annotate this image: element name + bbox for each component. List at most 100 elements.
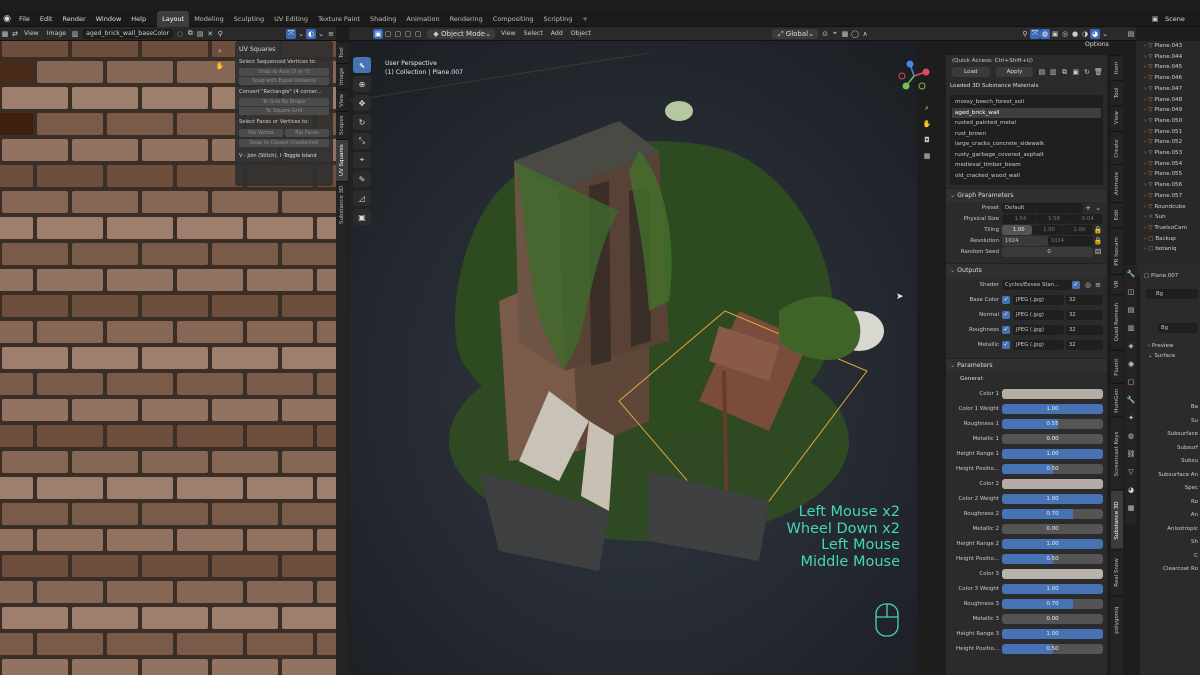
- duplicate-icon[interactable]: ⧉: [185, 29, 195, 39]
- blender-logo-icon[interactable]: ◉: [0, 11, 14, 27]
- list-item[interactable]: rust_brown: [952, 129, 1101, 140]
- plus-icon[interactable]: +: [1083, 203, 1093, 213]
- export-icon[interactable]: ▤: [1037, 67, 1046, 77]
- visibility-icon[interactable]: ⚲: [1020, 29, 1030, 39]
- random-seed-field[interactable]: 0: [1002, 246, 1093, 257]
- proportional-edit-icon[interactable]: ◯: [850, 29, 860, 39]
- chevron-down-icon[interactable]: ⌄: [296, 29, 306, 39]
- n-panel-tab[interactable]: View: [1111, 105, 1123, 131]
- parameter-slider[interactable]: 1.00: [1002, 628, 1103, 639]
- shield-icon[interactable]: ◌: [175, 29, 185, 39]
- uv-tab-image[interactable]: Image: [336, 63, 348, 89]
- format-dropdown[interactable]: JPEG (.jpg): [1013, 309, 1064, 320]
- rip-vertex-button[interactable]: Rip Vertex: [239, 129, 283, 137]
- parameter-slider[interactable]: 1.00: [1002, 403, 1103, 414]
- outputs-header[interactable]: Outputs: [946, 263, 1107, 277]
- parameter-slider[interactable]: 0.70: [1002, 598, 1103, 609]
- expand-icon[interactable]: ›: [1144, 64, 1146, 70]
- hand-icon[interactable]: ✋: [922, 119, 932, 129]
- uv-tab-uv-squares[interactable]: UV Squares: [336, 139, 348, 181]
- dice-icon[interactable]: ⚄: [1093, 247, 1103, 257]
- chevron-down-icon[interactable]: ⌄: [1093, 203, 1103, 213]
- expand-icon[interactable]: ›: [1144, 182, 1146, 188]
- list-item[interactable]: mossy_beech_forest_soil: [952, 97, 1101, 108]
- solid-shading-icon[interactable]: ●: [1070, 29, 1080, 39]
- editor-type-icon[interactable]: ▤: [1126, 29, 1136, 39]
- list-item[interactable]: large_cracks_concrete_sidewalk: [952, 139, 1101, 150]
- output-icon[interactable]: ▤: [1126, 305, 1136, 315]
- bit-depth-dropdown[interactable]: 32: [1065, 309, 1103, 320]
- outliner-item[interactable]: › ▽ Plane.043: [1136, 41, 1200, 52]
- menu-render[interactable]: Render: [57, 11, 90, 27]
- parameter-slider[interactable]: 0.50: [1002, 553, 1103, 564]
- list-item[interactable]: old_cracked_wood_wall: [952, 171, 1101, 182]
- workspace-tab-texture-paint[interactable]: Texture Paint: [313, 11, 365, 27]
- outliner-item[interactable]: › ▽ Plane.054: [1136, 159, 1200, 170]
- expand-icon[interactable]: ›: [1144, 171, 1146, 177]
- n-panel-tab[interactable]: VR: [1111, 274, 1123, 295]
- parameter-slider[interactable]: 0.55: [1002, 418, 1103, 429]
- n-panel-tab[interactable]: Animate: [1111, 164, 1123, 203]
- n-panel-tab[interactable]: PR Isocam: [1111, 227, 1123, 275]
- workspace-tab-animation[interactable]: Animation: [401, 11, 444, 27]
- xray-icon[interactable]: ▣: [1050, 29, 1060, 39]
- n-panel-tab[interactable]: Create: [1111, 130, 1123, 165]
- parameter-slider[interactable]: 0.00: [1002, 613, 1103, 624]
- outliner-item[interactable]: › ▢ Backup: [1136, 234, 1200, 245]
- resolution-height[interactable]: 1024: [1047, 235, 1093, 246]
- color-swatch[interactable]: [1002, 388, 1103, 399]
- parameter-slider[interactable]: 0.00: [1002, 433, 1103, 444]
- cursor-tool-icon[interactable]: ⊕: [353, 76, 371, 92]
- parameters-header[interactable]: Parameters: [946, 358, 1107, 372]
- snap-axis-button[interactable]: Snap to Axis (X or Y): [239, 68, 329, 76]
- n-panel-tab[interactable]: Screencast Keys: [1111, 417, 1123, 490]
- material-shading-icon[interactable]: ◑: [1080, 29, 1090, 39]
- select-cursor-icon[interactable]: ⬉: [353, 57, 371, 73]
- editor-type-icon[interactable]: ▦: [0, 29, 10, 39]
- move-tool-icon[interactable]: ✥: [353, 95, 371, 111]
- render-icon[interactable]: ◫: [1126, 287, 1136, 297]
- expand-icon[interactable]: ›: [1144, 246, 1146, 252]
- pivot-icon[interactable]: ⊙: [820, 29, 830, 39]
- n-panel-tab[interactable]: Quad Remesh: [1111, 294, 1123, 350]
- snap-closest-button[interactable]: Snap to Closest Unselected: [239, 139, 329, 147]
- n-panel-tab[interactable]: HumGen: [1111, 383, 1123, 418]
- list-item[interactable]: rusty_garbage_covered_asphalt: [952, 150, 1101, 161]
- bit-depth-dropdown[interactable]: 32: [1065, 294, 1103, 305]
- refresh-icon[interactable]: ↻: [1082, 67, 1091, 77]
- uv-tab-tool[interactable]: Tool: [336, 41, 348, 63]
- menu-icon[interactable]: ≡: [326, 29, 336, 39]
- outliner-item[interactable]: › ▽ Plane.050: [1136, 116, 1200, 127]
- resolution-width[interactable]: 1024: [1002, 235, 1048, 246]
- expand-icon[interactable]: ›: [1144, 214, 1146, 220]
- settings-icon[interactable]: ◎: [1083, 280, 1093, 290]
- expand-icon[interactable]: ›: [1144, 150, 1146, 156]
- parameter-slider[interactable]: 0.50: [1002, 643, 1103, 654]
- parameter-slider[interactable]: 0.70: [1002, 508, 1103, 519]
- navigation-gizmo[interactable]: [898, 60, 930, 92]
- uv-squares-title[interactable]: UV Squares: [239, 44, 329, 55]
- view-mode-icon[interactable]: ⇄: [10, 29, 20, 39]
- select-mode-icon[interactable]: ▢: [413, 29, 423, 39]
- rendered-shading-icon[interactable]: ◕: [1090, 28, 1100, 39]
- parameter-slider[interactable]: 1.00: [1002, 538, 1103, 549]
- wireframe-shading-icon[interactable]: ◎: [1060, 29, 1070, 39]
- list-item[interactable]: medieval_timber_beam: [952, 160, 1101, 171]
- workspace-tab-sculpting[interactable]: Sculpting: [229, 11, 269, 27]
- expand-icon[interactable]: ›: [1144, 236, 1146, 242]
- image-browse-icon[interactable]: ▥: [70, 29, 80, 39]
- expand-icon[interactable]: ›: [1144, 97, 1146, 103]
- expand-icon[interactable]: ›: [1144, 161, 1146, 167]
- add-cube-tool-icon[interactable]: ▣: [353, 209, 371, 225]
- annotate-tool-icon[interactable]: ✎: [353, 171, 371, 187]
- mode-dropdown[interactable]: ◆ Object Mode ⌄: [427, 28, 495, 39]
- outliner-item[interactable]: › ▽ Plane.047: [1136, 84, 1200, 95]
- 3d-viewport[interactable]: [349, 41, 917, 675]
- outliner-item[interactable]: › ▽ Roundcube: [1136, 202, 1200, 213]
- uv-tab-scopes[interactable]: Scopes: [336, 111, 348, 139]
- preview-section[interactable]: › Preview: [1140, 341, 1200, 351]
- workspace-tab-scripting[interactable]: Scripting: [539, 11, 578, 27]
- tiling-z[interactable]: 1.00: [1062, 224, 1093, 235]
- expand-icon[interactable]: ›: [1144, 139, 1146, 145]
- n-panel-tab[interactable]: Tool: [1111, 80, 1123, 106]
